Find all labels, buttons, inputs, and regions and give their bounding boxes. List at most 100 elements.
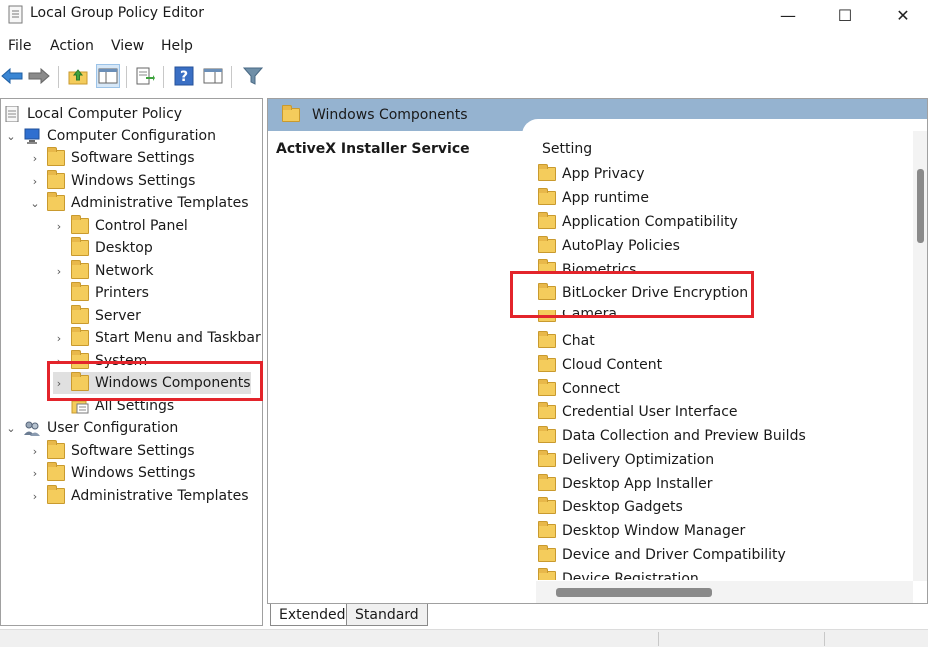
export-list-icon [136,67,155,85]
chevron-right-icon[interactable]: › [29,445,41,458]
chevron-right-icon[interactable]: › [29,467,41,480]
tree-item-cc-windows-settings[interactable]: › Windows Settings [29,170,195,192]
list-item[interactable]: AutoPlay Policies [538,235,680,257]
menu-file[interactable]: File [8,38,31,54]
chevron-right-icon[interactable]: › [29,175,41,188]
maximize-button[interactable]: ☐ [822,0,868,30]
folder-icon [282,105,300,122]
tree-item-local-computer-policy[interactable]: Local Computer Policy [3,103,182,125]
list-item[interactable]: Biometrics [538,259,636,271]
tree-item-cc-software-settings[interactable]: › Software Settings [29,147,195,169]
folder-icon [71,215,89,234]
minimize-icon: — [780,5,796,25]
chevron-down-icon[interactable]: ⌄ [5,422,17,435]
forward-button[interactable] [27,64,51,88]
status-bar [0,629,928,647]
horizontal-scrollbar[interactable] [536,581,913,603]
chevron-right-icon[interactable]: › [53,220,65,233]
folder-icon [538,568,556,580]
setting-column-header[interactable]: Setting [542,141,592,157]
list-item[interactable]: App runtime [538,187,649,209]
folder-icon [538,259,556,271]
list-item[interactable]: Cloud Content [538,354,662,376]
list-item[interactable]: Credential User Interface [538,401,738,423]
menu-view[interactable]: View [111,38,144,54]
chevron-right-icon[interactable]: › [29,152,41,165]
export-list-button[interactable] [133,64,157,88]
list-item[interactable]: Desktop Window Manager [538,520,745,542]
list-item[interactable]: Delivery Optimization [538,449,714,471]
folder-icon [538,426,556,443]
filter-icon [243,67,263,85]
folder-icon [538,236,556,253]
folder-icon [538,497,556,514]
tree-item-uc-windows-settings[interactable]: › Windows Settings [29,462,195,484]
up-one-level-button[interactable] [66,64,90,88]
tree-item-desktop[interactable]: Desktop [53,237,153,259]
folder-icon [47,147,65,166]
tree-item-server[interactable]: Server [53,305,141,327]
svg-text:?: ? [180,69,188,85]
list-item[interactable]: Data Collection and Preview Builds [538,425,806,447]
list-item[interactable]: Device and Driver Compatibility [538,544,786,566]
menu-help[interactable]: Help [161,38,193,54]
filter-button[interactable] [241,64,265,88]
vertical-scroll-thumb[interactable] [917,169,924,243]
tree-item-network[interactable]: › Network [53,260,153,282]
minimize-button[interactable]: — [765,0,811,30]
tree-item-printers[interactable]: Printers [53,282,149,304]
folder-icon [538,164,556,181]
horizontal-scroll-thumb[interactable] [556,588,712,597]
toolbar: ? [0,62,928,92]
help-button[interactable]: ? [172,64,196,88]
tree-item-uc-administrative-templates[interactable]: › Administrative Templates [29,485,249,507]
tree-item-uc-software-settings[interactable]: › Software Settings [29,440,195,462]
list-item[interactable]: Desktop Gadgets [538,496,683,518]
menu-action[interactable]: Action [50,38,94,54]
back-arrow-icon [1,67,23,85]
back-button[interactable] [0,64,24,88]
folder-icon [538,212,556,229]
folder-icon [538,521,556,538]
menu-bar: File Action View Help [0,36,928,58]
tree-item-computer-configuration[interactable]: ⌄ Computer Configuration [5,125,216,147]
list-item[interactable]: Application Compatibility [538,211,738,233]
folder-icon [538,450,556,467]
folder-icon [47,440,65,459]
chevron-down-icon[interactable]: ⌄ [29,197,41,210]
tab-standard[interactable]: Standard [346,604,428,626]
chevron-right-icon[interactable]: › [53,332,65,345]
folder-icon [71,282,89,301]
tree-item-cc-administrative-templates[interactable]: ⌄ Administrative Templates [29,192,249,214]
policy-document-icon [5,106,19,122]
close-icon: ✕ [896,5,910,25]
list-item[interactable]: Desktop App Installer [538,473,713,495]
tree-item-user-configuration[interactable]: ⌄ User Configuration [5,417,178,439]
vertical-scrollbar[interactable] [913,131,927,581]
chevron-right-icon[interactable]: › [29,490,41,503]
tree-item-control-panel[interactable]: › Control Panel [53,215,188,237]
title-bar: Local Group Policy Editor — ☐ ✕ [0,0,928,32]
folder-icon [47,192,65,211]
chevron-down-icon[interactable]: ⌄ [5,130,17,143]
details-header-title: Windows Components [312,107,468,123]
tab-extended[interactable]: Extended [270,604,355,626]
folder-icon [71,305,89,324]
show-hide-tree-button[interactable] [96,64,120,88]
list-item[interactable]: Device Registration [538,568,699,580]
folder-icon [538,188,556,205]
folder-icon [71,260,89,279]
folder-icon [538,402,556,419]
folder-icon [538,355,556,372]
list-item[interactable]: Connect [538,378,620,400]
properties-pane-button[interactable] [201,64,225,88]
computer-icon [24,128,40,144]
chevron-right-icon[interactable]: › [53,265,65,278]
folder-icon [538,379,556,396]
list-item[interactable]: App Privacy [538,163,645,185]
details-pane[interactable]: Windows Components ActiveX Installer Ser… [267,98,928,604]
tree-item-start-menu-and-taskbar[interactable]: › Start Menu and Taskbar [53,327,261,349]
folder-icon [538,474,556,491]
list-item[interactable]: Chat [538,330,595,352]
close-button[interactable]: ✕ [880,0,926,30]
